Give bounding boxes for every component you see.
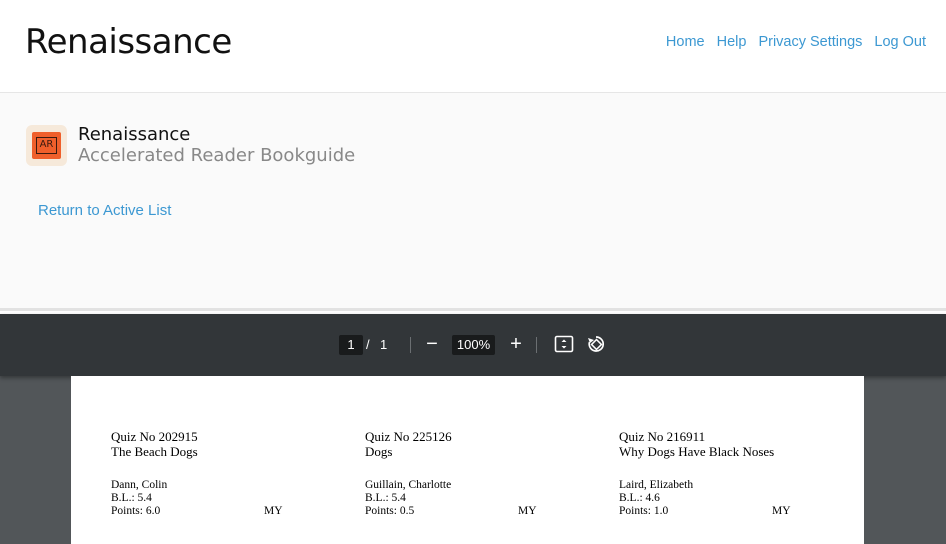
book-level: B.L.: 4.6 (619, 492, 660, 504)
fit-to-page-button[interactable] (553, 333, 575, 355)
accelerated-reader-logo-icon: AR (26, 125, 67, 166)
toolbar-divider (410, 337, 411, 353)
nav-log-out-link[interactable]: Log Out (874, 34, 926, 50)
book-points: Points: 6.0 (111, 505, 161, 517)
rotate-button[interactable] (585, 333, 607, 355)
zoom-in-button[interactable]: + (505, 333, 527, 355)
book-card: Quiz No 225126 Dogs Guillain, Charlotte … (365, 429, 605, 518)
top-nav: Home Help Privacy Settings Log Out (666, 34, 926, 50)
quiz-number: Quiz No 202915 (111, 429, 198, 444)
book-points: Points: 0.5 (365, 505, 415, 517)
book-level: B.L.: 5.4 (365, 492, 406, 504)
page-separator: / (366, 337, 370, 352)
book-author: Guillain, Charlotte (365, 479, 452, 491)
book-card: Quiz No 202915 The Beach Dogs Dann, Coli… (111, 429, 351, 518)
fit-page-icon (554, 335, 574, 353)
nav-help-link[interactable]: Help (717, 34, 747, 50)
toolbar-divider (536, 337, 537, 353)
book-points: Points: 1.0 (619, 505, 669, 517)
book-card: Quiz No 216911 Why Dogs Have Black Noses… (619, 429, 859, 518)
book-author: Dann, Colin (111, 479, 168, 491)
nav-home-link[interactable]: Home (666, 34, 705, 50)
renaissance-logo[interactable]: Renaissance (25, 22, 232, 62)
pdf-toolbar: 1 / 1 − 100% + (0, 314, 946, 376)
interest-level: MY (264, 505, 283, 517)
book-level: B.L.: 5.4 (111, 492, 152, 504)
nav-privacy-settings-link[interactable]: Privacy Settings (758, 34, 862, 50)
quiz-number: Quiz No 216911 (619, 429, 706, 444)
book-points-row: Points: 6.0 MY (111, 505, 351, 518)
return-to-active-list-link[interactable]: Return to Active List (38, 202, 171, 219)
plus-icon: + (510, 333, 522, 355)
zoom-level-input[interactable]: 100% (452, 335, 495, 355)
interest-level: MY (518, 505, 537, 517)
pdf-viewer: 1 / 1 − 100% + Quiz No 202915 The Beach … (0, 314, 946, 544)
interest-level: MY (772, 505, 791, 517)
quiz-number: Quiz No 225126 (365, 429, 452, 444)
rotate-icon (588, 336, 605, 352)
app-brand-small: Renaissance (78, 124, 191, 145)
app-header: AR Renaissance Accelerated Reader Bookgu… (0, 93, 946, 311)
book-title: The Beach Dogs (111, 444, 198, 459)
book-icon: AR (32, 132, 61, 159)
book-points-row: Points: 0.5 MY (365, 505, 605, 518)
ar-logo-text: AR (36, 137, 57, 154)
book-title: Dogs (365, 444, 393, 459)
page-total: 1 (380, 337, 388, 352)
zoom-out-button[interactable]: − (421, 333, 443, 355)
app-product-name: Accelerated Reader Bookguide (78, 145, 356, 166)
book-title: Why Dogs Have Black Noses (619, 444, 775, 459)
book-author: Laird, Elizabeth (619, 479, 694, 491)
book-points-row: Points: 1.0 MY (619, 505, 859, 518)
pdf-page: Quiz No 202915 The Beach Dogs Dann, Coli… (71, 376, 864, 544)
top-header: Renaissance Home Help Privacy Settings L… (0, 0, 946, 93)
minus-icon: − (426, 333, 438, 355)
page-number-input[interactable]: 1 (339, 335, 363, 355)
